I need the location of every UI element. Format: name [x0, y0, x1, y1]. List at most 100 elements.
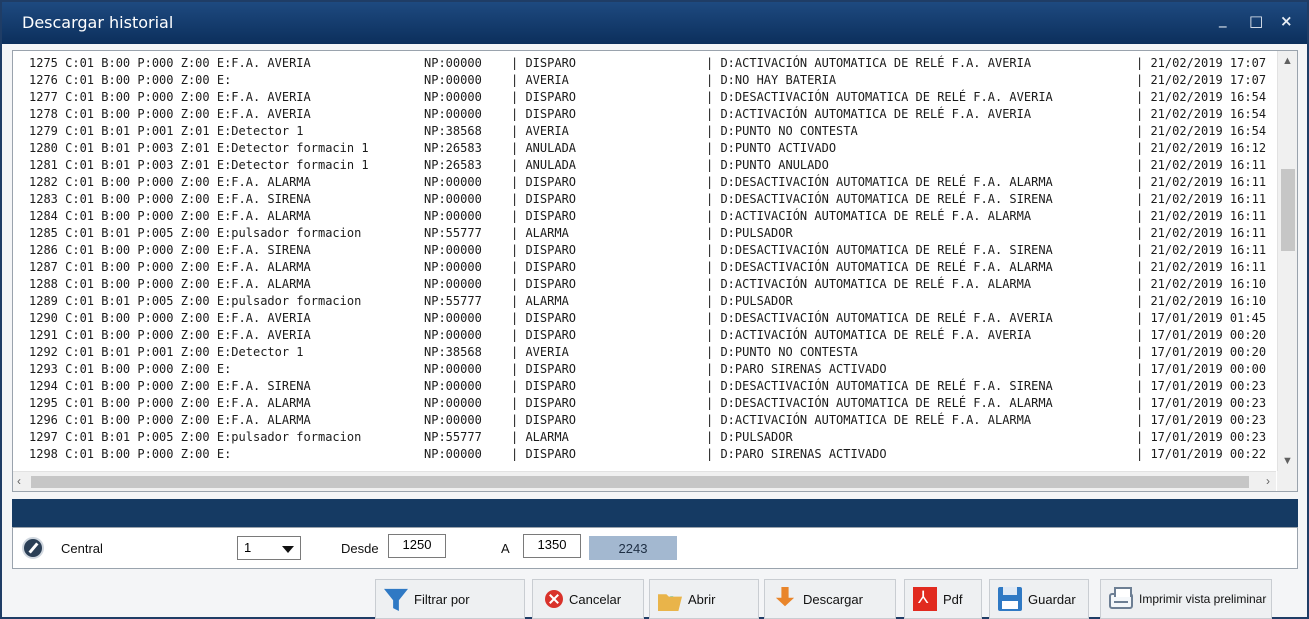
log-description-text: | D:DESACTIVACIÓN AUTOMATICA DE RELÉ F.A… [706, 379, 1053, 393]
maximize-button[interactable]: □ [1249, 12, 1263, 30]
window-title: Descargar historial [22, 13, 174, 32]
log-type-text: | DISPARO [511, 413, 577, 427]
minimize-button[interactable]: _ [1219, 10, 1227, 28]
horizontal-scrollbar[interactable]: ‹ › [13, 471, 1276, 491]
log-np-text: NP:00000 [424, 447, 482, 461]
chevron-down-icon[interactable] [282, 546, 294, 553]
desde-input[interactable]: 1250 [388, 534, 446, 558]
log-type-text: | DISPARO [511, 209, 577, 223]
log-datetime-text: | 21/02/2019 17:07 [1136, 56, 1267, 70]
a-label: A [501, 541, 510, 556]
log-datetime-text: | 21/02/2019 16:11 [1136, 209, 1267, 223]
scroll-up-icon[interactable]: ▲ [1282, 55, 1293, 67]
log-row: 1290 C:01 B:00 P:000 Z:00 E:F.A. AVERIA N… [21, 310, 1276, 327]
log-description-text: | D:DESACTIVACIÓN AUTOMATICA DE RELÉ F.A… [706, 311, 1053, 325]
log-description-text: | D:PULSADOR [706, 430, 793, 444]
log-row: 1279 C:01 B:01 P:001 Z:01 E:Detector 1 NP… [21, 123, 1276, 140]
log-np-text: NP:00000 [424, 260, 482, 274]
history-log-panel[interactable]: 1275 C:01 B:00 P:000 Z:00 E:F.A. AVERIA N… [12, 50, 1298, 492]
log-row: 1276 C:01 B:00 P:000 Z:00 E: NP:00000 | AV… [21, 72, 1276, 89]
log-event-text: 1291 C:01 B:00 P:000 Z:00 E:F.A. AVERIA [29, 328, 311, 342]
log-row: 1284 C:01 B:00 P:000 Z:00 E:F.A. ALARMA N… [21, 208, 1276, 225]
pdf-button-label: Pdf [943, 591, 963, 607]
log-type-text: | DISPARO [511, 396, 577, 410]
log-event-text: 1277 C:01 B:00 P:000 Z:00 E:F.A. AVERIA [29, 90, 311, 104]
download-icon [775, 587, 795, 607]
log-datetime-text: | 17/01/2019 00:20 [1136, 328, 1267, 342]
log-np-text: NP:00000 [424, 56, 482, 70]
log-np-text: NP:00000 [424, 328, 482, 342]
log-event-text: 1289 C:01 B:01 P:005 Z:00 E:pulsador for… [29, 294, 362, 308]
log-event-text: 1293 C:01 B:00 P:000 Z:00 E: [29, 362, 232, 376]
close-button[interactable]: × [1280, 12, 1293, 30]
log-type-text: | DISPARO [511, 107, 577, 121]
log-datetime-text: | 21/02/2019 16:11 [1136, 158, 1267, 172]
log-np-text: NP:00000 [424, 311, 482, 325]
log-event-text: 1275 C:01 B:00 P:000 Z:00 E:F.A. AVERIA [29, 56, 311, 70]
scroll-right-icon[interactable]: › [1266, 474, 1270, 488]
log-description-text: | D:ACTIVACIÓN AUTOMATICA DE RELÉ F.A. A… [706, 209, 1032, 223]
save-button[interactable]: Guardar [989, 579, 1089, 619]
print-preview-button-label: Imprimir vista preliminar [1139, 592, 1267, 606]
scroll-left-icon[interactable]: ‹ [17, 474, 21, 488]
download-button[interactable]: Descargar [764, 579, 896, 619]
cancel-button[interactable]: Cancelar [532, 579, 644, 619]
log-description-text: | D:ACTIVACIÓN AUTOMATICA DE RELÉ F.A. A… [706, 328, 1032, 342]
log-np-text: NP:55777 [424, 294, 482, 308]
vertical-scroll-thumb[interactable] [1281, 169, 1295, 251]
log-row: 1277 C:01 B:00 P:000 Z:00 E:F.A. AVERIA N… [21, 89, 1276, 106]
log-datetime-text: | 21/02/2019 16:11 [1136, 243, 1267, 257]
scroll-corner [1277, 471, 1297, 491]
log-datetime-text: | 17/01/2019 00:23 [1136, 396, 1267, 410]
log-description-text: | D:PULSADOR [706, 226, 793, 240]
log-event-text: 1286 C:01 B:00 P:000 Z:00 E:F.A. SIRENA [29, 243, 311, 257]
log-datetime-text: | 21/02/2019 16:10 [1136, 277, 1267, 291]
printer-icon [1109, 587, 1133, 609]
horizontal-scroll-thumb[interactable] [31, 476, 1249, 488]
log-datetime-text: | 17/01/2019 00:20 [1136, 345, 1267, 359]
total-count: 2243 [589, 536, 677, 560]
log-description-text: | D:PUNTO NO CONTESTA [706, 345, 858, 359]
download-button-label: Descargar [803, 591, 863, 607]
log-datetime-text: | 21/02/2019 16:11 [1136, 175, 1267, 189]
log-description-text: | D:DESACTIVACIÓN AUTOMATICA DE RELÉ F.A… [706, 175, 1053, 189]
vertical-scrollbar[interactable]: ▲ ▼ [1277, 51, 1297, 471]
log-np-text: NP:00000 [424, 243, 482, 257]
log-description-text: | D:ACTIVACIÓN AUTOMATICA DE RELÉ F.A. A… [706, 56, 1032, 70]
log-event-text: 1279 C:01 B:01 P:001 Z:01 E:Detector 1 [29, 124, 304, 138]
log-datetime-text: | 17/01/2019 00:22 [1136, 447, 1267, 461]
log-row: 1282 C:01 B:00 P:000 Z:00 E:F.A. ALARMA N… [21, 174, 1276, 191]
log-datetime-text: | 21/02/2019 16:10 [1136, 294, 1267, 308]
log-description-text: | D:PUNTO ACTIVADO [706, 141, 837, 155]
log-np-text: NP:38568 [424, 124, 482, 138]
filter-button[interactable]: Filtrar por [375, 579, 525, 619]
log-type-text: | DISPARO [511, 243, 577, 257]
history-log-text[interactable]: 1275 C:01 B:00 P:000 Z:00 E:F.A. AVERIA N… [13, 51, 1276, 471]
log-description-text: | D:DESACTIVACIÓN AUTOMATICA DE RELÉ F.A… [706, 243, 1053, 257]
print-preview-button[interactable]: Imprimir vista preliminar [1100, 579, 1272, 619]
log-datetime-text: | 21/02/2019 16:54 [1136, 107, 1267, 121]
log-np-text: NP:00000 [424, 362, 482, 376]
scroll-down-icon[interactable]: ▼ [1282, 455, 1293, 467]
a-input[interactable]: 1350 [523, 534, 581, 558]
log-np-text: NP:00000 [424, 209, 482, 223]
log-event-text: 1290 C:01 B:00 P:000 Z:00 E:F.A. AVERIA [29, 311, 311, 325]
log-type-text: | ALARMA [511, 294, 569, 308]
log-type-text: | DISPARO [511, 260, 577, 274]
log-event-text: 1287 C:01 B:00 P:000 Z:00 E:F.A. ALARMA [29, 260, 311, 274]
log-row: 1288 C:01 B:00 P:000 Z:00 E:F.A. ALARMA N… [21, 276, 1276, 293]
log-np-text: NP:00000 [424, 379, 482, 393]
log-np-text: NP:00000 [424, 107, 482, 121]
open-button[interactable]: Abrir [649, 579, 759, 619]
log-row: 1281 C:01 B:01 P:003 Z:01 E:Detector for… [21, 157, 1276, 174]
log-type-text: | AVERIA [511, 73, 569, 87]
log-row: 1292 C:01 B:01 P:001 Z:00 E:Detector 1 NP… [21, 344, 1276, 361]
title-bar[interactable]: Descargar historial _ □ × [2, 2, 1307, 44]
log-type-text: | ANULADA [511, 141, 577, 155]
pdf-button[interactable]: Pdf [904, 579, 982, 619]
edit-icon[interactable] [22, 537, 44, 559]
log-description-text: | D:PARO SIRENAS ACTIVADO [706, 447, 887, 461]
log-row: 1289 C:01 B:01 P:005 Z:00 E:pulsador for… [21, 293, 1276, 310]
central-select[interactable]: 1 [237, 536, 301, 560]
log-event-text: 1278 C:01 B:00 P:000 Z:00 E:F.A. AVERIA [29, 107, 311, 121]
